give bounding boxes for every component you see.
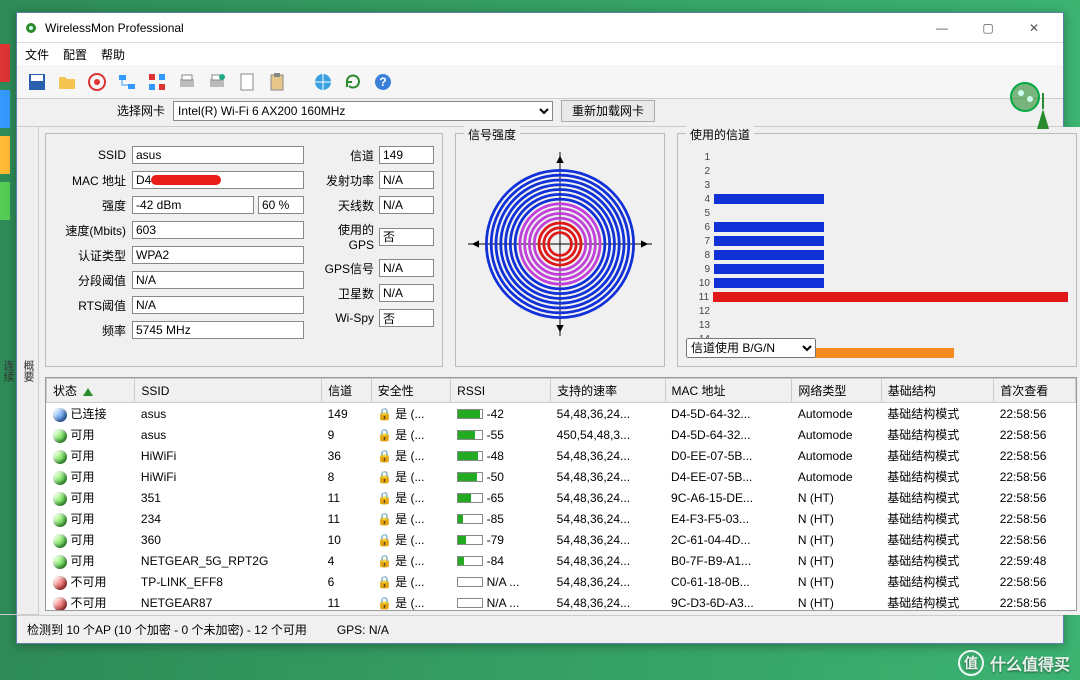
titlebar: WirelessMon Professional — ▢ ✕ <box>17 13 1063 43</box>
ssid-label: SSID <box>54 148 126 162</box>
col-channel[interactable]: 信道 <box>322 379 372 403</box>
ssid-field[interactable]: asus <box>132 146 304 164</box>
table-row[interactable]: 可用23411🔒是 (...-8554,48,36,24...E4-F3-F5-… <box>47 508 1076 529</box>
vtab-summary[interactable]: 概要 <box>18 127 38 615</box>
help-icon[interactable]: ? <box>371 70 395 94</box>
channel-field[interactable]: 149 <box>379 146 434 164</box>
strength-dbm-field[interactable]: -42 dBm <box>132 196 254 214</box>
table-row[interactable]: 可用asus9🔒是 (...-55450,54,48,3...D4-5D-64-… <box>47 424 1076 445</box>
vertical-tabs: 概要 连续 图 选择IP 照片 <box>17 127 39 615</box>
clip-icon[interactable] <box>265 70 289 94</box>
mac-field[interactable]: D4-5D- - - - -74 <box>132 171 304 189</box>
status-gps: GPS: N/A <box>337 623 389 637</box>
wispy-label: Wi-Spy <box>316 311 374 325</box>
speed-label: 速度(Mbits) <box>54 222 126 239</box>
txpower-label: 发射功率 <box>316 172 374 189</box>
info-group: SSID asus MAC 地址 D4-5D- - - - -74 强度 -42… <box>45 133 443 367</box>
strength-pct-field[interactable]: 60 % <box>258 196 304 214</box>
window-title: WirelessMon Professional <box>45 21 919 35</box>
status-left: 检测到 10 个AP (10 个加密 - 0 个未加密) - 12 个可用 <box>27 621 307 638</box>
vtab-cont[interactable]: 连续 <box>0 127 18 615</box>
channels-caption: 使用的信道 <box>686 126 754 143</box>
frag-label: 分段阈值 <box>54 272 126 289</box>
col-nettype[interactable]: 网络类型 <box>792 379 881 403</box>
col-status[interactable]: 状态 <box>47 379 135 403</box>
target-icon[interactable] <box>85 70 109 94</box>
col-infra[interactable]: 基础结构 <box>881 379 994 403</box>
table-row[interactable]: 可用36010🔒是 (...-7954,48,36,24...2C-61-04-… <box>47 529 1076 550</box>
globe-icon[interactable] <box>311 70 335 94</box>
net2-icon[interactable] <box>145 70 169 94</box>
sat-label: 卫星数 <box>316 285 374 302</box>
frag-field[interactable]: N/A <box>132 271 304 289</box>
table-row[interactable]: 已连接asus149🔒是 (...-4254,48,36,24...D4-5D-… <box>47 403 1076 425</box>
antenna-icon <box>1005 79 1055 129</box>
auth-field[interactable]: WPA2 <box>132 246 304 264</box>
sat-field[interactable]: N/A <box>379 284 434 302</box>
app-window: WirelessMon Professional — ▢ ✕ 文件 配置 帮助 … <box>16 12 1064 644</box>
reload-adapter-button[interactable]: 重新加载网卡 <box>561 100 655 122</box>
wispy-field[interactable]: 否 <box>379 309 434 327</box>
ap-table: 状态SSID信道安全性RSSI支持的速率MAC 地址网络类型基础结构首次查看 已… <box>46 378 1076 611</box>
mac-label: MAC 地址 <box>54 172 126 189</box>
col-first[interactable]: 首次查看 <box>994 379 1076 403</box>
adapter-select[interactable]: Intel(R) Wi-Fi 6 AX200 160MHz <box>173 101 553 121</box>
watermark: 值什么值得买 <box>958 650 1070 676</box>
rts-field[interactable]: N/A <box>132 296 304 314</box>
table-row[interactable]: 可用35111🔒是 (...-6554,48,36,24...9C-A6-15-… <box>47 487 1076 508</box>
menu-config[interactable]: 配置 <box>63 46 87 63</box>
col-rssi[interactable]: RSSI <box>451 379 551 403</box>
col-mac[interactable]: MAC 地址 <box>665 379 792 403</box>
channels-panel: 使用的信道 1234567891011121314OTH 信道使用 B/G/N <box>677 133 1077 367</box>
folder-icon[interactable] <box>55 70 79 94</box>
freq-field[interactable]: 5745 MHz <box>132 321 304 339</box>
table-row[interactable]: 可用NETGEAR_5G_RPT2G4🔒是 (...-8454,48,36,24… <box>47 550 1076 571</box>
menubar: 文件 配置 帮助 <box>17 43 1063 65</box>
ant-field[interactable]: N/A <box>379 196 434 214</box>
table-row[interactable]: 不可用TP-LINK_EFF86🔒是 (...N/A ...54,48,36,2… <box>47 571 1076 592</box>
channel-bars: 1234567891011121314OTH <box>686 150 1068 360</box>
channel-label: 信道 <box>316 147 374 164</box>
table-row[interactable]: 不可用NETGEAR8711🔒是 (...N/A ...54,48,36,24.… <box>47 592 1076 611</box>
toolbar: ? <box>17 65 1063 99</box>
signal-panel: 信号强度 <box>455 133 665 367</box>
adapter-label: 选择网卡 <box>117 102 165 119</box>
gps-label: 使用的GPS <box>316 221 374 252</box>
auth-label: 认证类型 <box>54 247 126 264</box>
close-button[interactable]: ✕ <box>1011 13 1057 43</box>
net1-icon[interactable] <box>115 70 139 94</box>
channel-mode-select[interactable]: 信道使用 B/G/N <box>686 338 816 358</box>
svg-text:?: ? <box>379 75 386 89</box>
ant-label: 天线数 <box>316 197 374 214</box>
refresh-icon[interactable] <box>341 70 365 94</box>
txpower-field[interactable]: N/A <box>379 171 434 189</box>
menu-file[interactable]: 文件 <box>25 46 49 63</box>
gpssig-field[interactable]: N/A <box>379 259 434 277</box>
col-security[interactable]: 安全性 <box>371 379 450 403</box>
strength-label: 强度 <box>54 197 126 214</box>
rts-label: RTS阈值 <box>54 297 126 314</box>
save-icon[interactable] <box>25 70 49 94</box>
gpssig-label: GPS信号 <box>316 260 374 277</box>
app-icon <box>23 20 39 36</box>
signal-caption: 信号强度 <box>464 126 520 143</box>
col-rates[interactable]: 支持的速率 <box>551 379 665 403</box>
gps-field[interactable]: 否 <box>379 228 434 246</box>
maximize-button[interactable]: ▢ <box>965 13 1011 43</box>
doc-icon[interactable] <box>235 70 259 94</box>
table-row[interactable]: 可用HiWiFi36🔒是 (...-4854,48,36,24...D0-EE-… <box>47 445 1076 466</box>
statusbar: 检测到 10 个AP (10 个加密 - 0 个未加密) - 12 个可用 GP… <box>17 615 1063 643</box>
speed-field[interactable]: 603 <box>132 221 304 239</box>
print2-icon[interactable] <box>205 70 229 94</box>
adapter-row: 选择网卡 Intel(R) Wi-Fi 6 AX200 160MHz 重新加载网… <box>17 99 1063 127</box>
freq-label: 频率 <box>54 322 126 339</box>
ap-table-wrapper[interactable]: 状态SSID信道安全性RSSI支持的速率MAC 地址网络类型基础结构首次查看 已… <box>45 377 1077 611</box>
print1-icon[interactable] <box>175 70 199 94</box>
minimize-button[interactable]: — <box>919 13 965 43</box>
table-row[interactable]: 可用HiWiFi8🔒是 (...-5054,48,36,24...D4-EE-0… <box>47 466 1076 487</box>
col-ssid[interactable]: SSID <box>135 379 322 403</box>
menu-help[interactable]: 帮助 <box>101 46 125 63</box>
radar-icon <box>468 152 652 336</box>
